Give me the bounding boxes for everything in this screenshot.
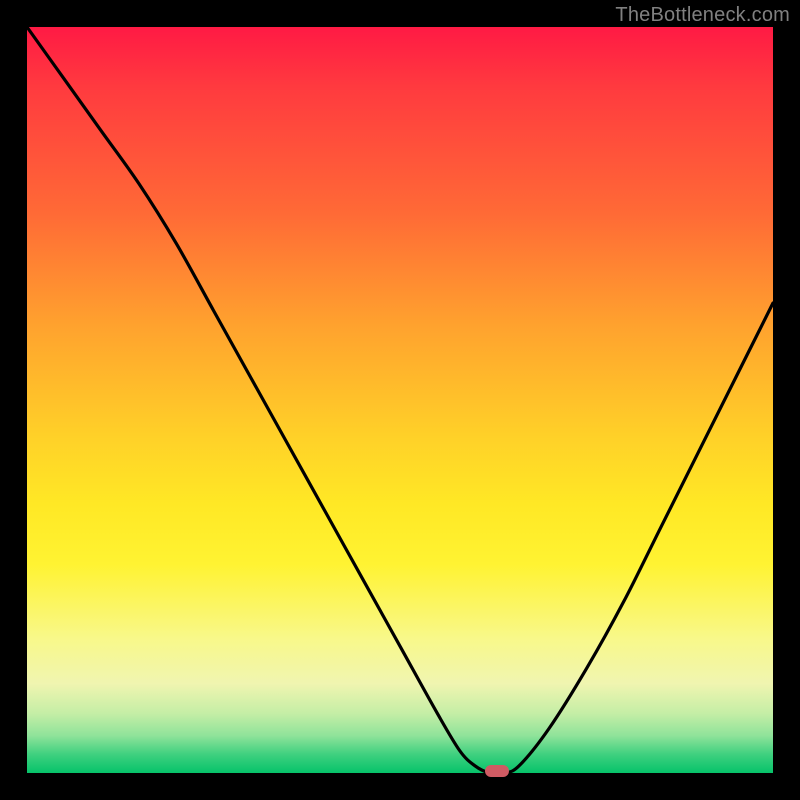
plot-area — [27, 27, 773, 773]
bottleneck-curve — [27, 27, 773, 773]
chart-frame: TheBottleneck.com — [0, 0, 800, 800]
watermark-text: TheBottleneck.com — [615, 4, 790, 27]
optimal-marker — [485, 765, 509, 777]
